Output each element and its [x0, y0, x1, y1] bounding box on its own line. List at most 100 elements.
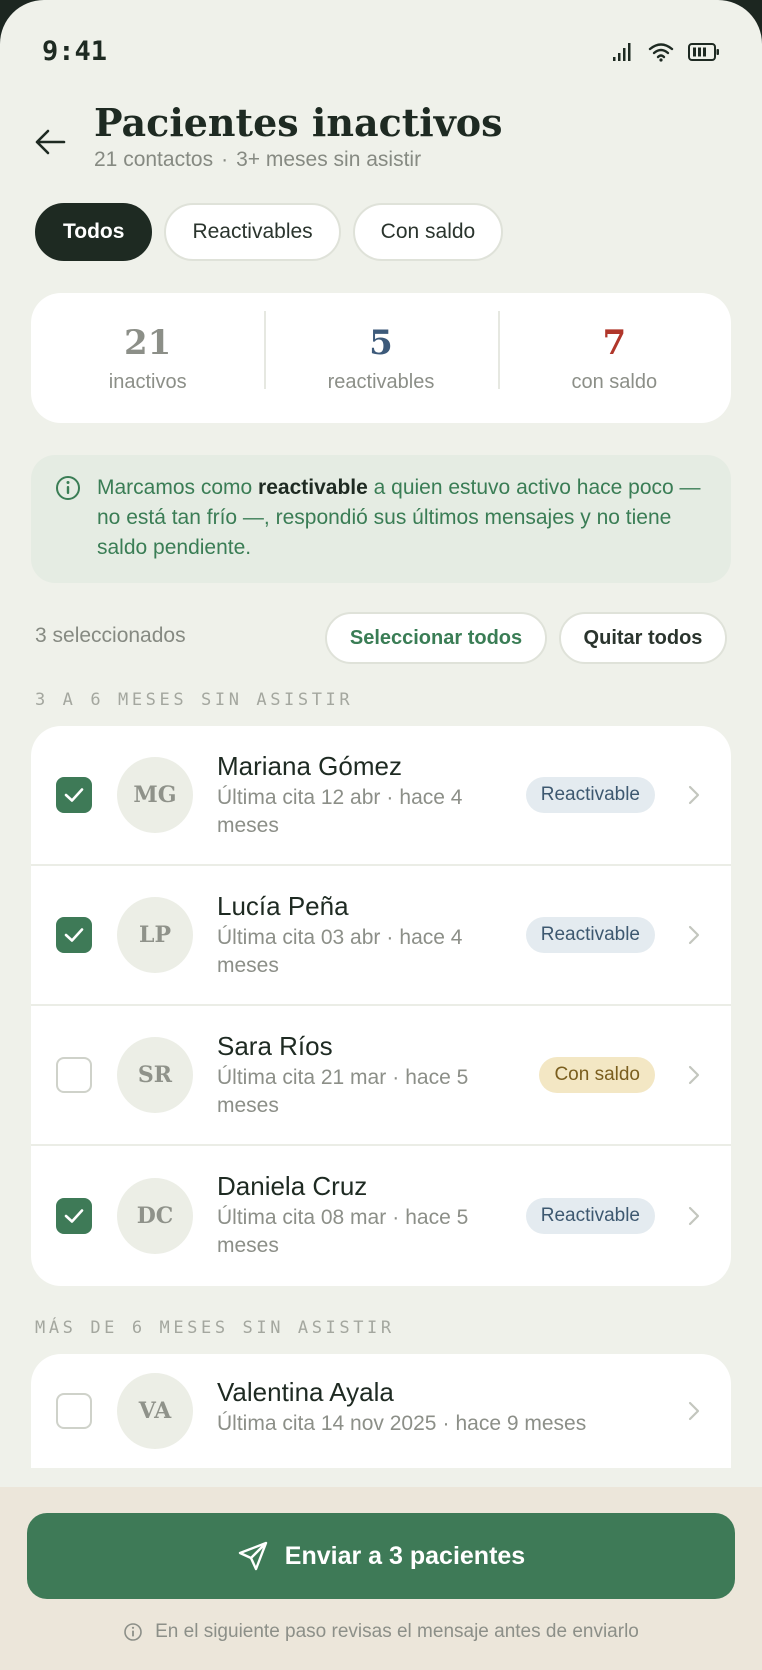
- last-visit-date: Última cita 12 abr: [217, 786, 381, 809]
- last-visit-date: Última cita 14 nov 2025: [217, 1412, 437, 1435]
- bottom-action-bar: Enviar a 3 pacientes En el siguiente pas…: [0, 1487, 762, 1670]
- patient-checkbox[interactable]: [56, 917, 92, 953]
- patient-info: Sara Ríos Última cita 21 mar · hace 5 meses: [217, 1030, 497, 1120]
- meta-separator: ·: [386, 786, 394, 809]
- patient-list: VA Valentina Ayala Última cita 14 nov 2025…: [31, 1354, 731, 1468]
- info-icon: [56, 476, 80, 500]
- status-badge: Reactivable: [525, 1198, 655, 1234]
- selected-count: 3 seleccionados: [35, 624, 186, 647]
- filter-chip-con-saldo[interactable]: Con saldo: [352, 203, 504, 261]
- patient-row[interactable]: SR Sara Ríos Última cita 21 mar · hace 5 mes…: [31, 1006, 731, 1146]
- patient-last-visit: Última cita 08 mar · hace 5 meses: [217, 1204, 497, 1260]
- patient-checkbox[interactable]: [56, 1198, 92, 1234]
- avatar: LP: [117, 897, 193, 973]
- stat-value: 7: [602, 322, 627, 363]
- stat-label: con saldo: [571, 370, 658, 393]
- page-subtitle: 21 contactos · 3+ meses sin asistir: [94, 148, 421, 172]
- battery-icon: [688, 43, 719, 61]
- signal-icon: [613, 43, 631, 61]
- app-screen: 9:41 Pacientes inactivos 21 contactos · …: [0, 0, 762, 1670]
- patient-name: Lucía Peña: [217, 891, 349, 921]
- filter-chip-todos[interactable]: Todos: [35, 203, 153, 261]
- patient-row[interactable]: MG Mariana Gómez Última cita 12 abr · hace 4…: [31, 726, 731, 866]
- send-button[interactable]: Enviar a 3 pacientes: [27, 1513, 735, 1599]
- meta-separator: ·: [392, 1066, 400, 1089]
- patient-checkbox[interactable]: [56, 1393, 92, 1429]
- selection-bar: 3 seleccionados Seleccionar todos Quitar…: [35, 612, 727, 664]
- subtitle-count: 21 contactos: [94, 148, 214, 171]
- stat-inactivos: 21 inactivos: [31, 323, 264, 394]
- patient-info: Lucía Peña Última cita 03 abr · hace 4 mese…: [217, 890, 497, 980]
- stat-value: 5: [369, 322, 393, 363]
- section-label: MÁS DE 6 MESES SIN ASISTIR: [35, 1318, 395, 1338]
- avatar: VA: [117, 1373, 193, 1449]
- patient-checkbox[interactable]: [56, 1057, 92, 1093]
- meta-separator: ·: [392, 1206, 400, 1229]
- last-visit-date: Última cita 08 mar: [217, 1206, 387, 1229]
- subtitle-detail: 3+ meses sin asistir: [236, 148, 422, 171]
- patient-info: Daniela Cruz Última cita 08 mar · hace 5 me…: [217, 1170, 497, 1260]
- patient-last-visit: Última cita 12 abr · hace 4 meses: [217, 784, 497, 840]
- subtitle-separator: ·: [221, 148, 229, 171]
- status-bar: 9:41: [0, 0, 762, 100]
- patient-last-visit: Última cita 14 nov 2025 · hace 9 meses: [217, 1410, 657, 1438]
- stat-con-saldo: 7 con saldo: [497, 310, 731, 394]
- send-icon: [238, 1541, 267, 1571]
- stat-label: inactivos: [108, 370, 187, 393]
- check-icon: [64, 788, 84, 802]
- avatar: SR: [117, 1037, 193, 1113]
- patient-info: Mariana Gómez Última cita 12 abr · hace 4 m…: [217, 750, 497, 840]
- info-box: Marcamos como reactivable a quien estuvo…: [31, 455, 731, 583]
- chevron-right-icon[interactable]: [687, 1400, 701, 1422]
- status-badge: Reactivable: [525, 777, 655, 813]
- patient-checkbox[interactable]: [56, 777, 92, 813]
- stat-label: reactivables: [327, 370, 435, 393]
- stat-reactivables: 5 reactivables: [264, 310, 497, 394]
- patient-row[interactable]: VA Valentina Ayala Última cita 14 nov 2025…: [31, 1354, 731, 1468]
- last-visit-ago: hace 9 meses: [455, 1412, 587, 1435]
- check-icon: [64, 928, 84, 942]
- wifi-icon: [648, 43, 674, 62]
- patient-name: Mariana Gómez: [217, 751, 402, 781]
- patient-name: Valentina Ayala: [217, 1377, 394, 1407]
- info-text: Marcamos como reactivable a quien estuvo…: [97, 473, 705, 563]
- chevron-right-icon[interactable]: [687, 1064, 701, 1086]
- send-hint-text: En el siguiente paso revisas el mensaje …: [155, 1621, 639, 1642]
- last-visit-date: Última cita 21 mar: [217, 1066, 387, 1089]
- chevron-right-icon[interactable]: [687, 1205, 701, 1227]
- patient-info: Valentina Ayala Última cita 14 nov 2025 · h…: [217, 1376, 657, 1438]
- info-icon: [124, 1623, 142, 1641]
- patient-list: MG Mariana Gómez Última cita 12 abr · hace 4…: [31, 726, 731, 1286]
- select-all-button[interactable]: Seleccionar todos: [325, 612, 547, 664]
- patient-row[interactable]: DC Daniela Cruz Última cita 08 mar · hace 5 …: [31, 1146, 731, 1286]
- patient-row[interactable]: LP Lucía Peña Última cita 03 abr · hace 4 me…: [31, 866, 731, 1006]
- info-text-bold: reactivable: [258, 476, 368, 499]
- meta-separator: ·: [386, 926, 394, 949]
- avatar: MG: [117, 757, 193, 833]
- status-icons: [612, 42, 720, 62]
- clear-all-button[interactable]: Quitar todos: [559, 612, 727, 664]
- filter-chip-reactivables[interactable]: Reactivables: [164, 203, 341, 261]
- filter-chips: Todos Reactivables Con saldo: [35, 203, 504, 261]
- send-hint: En el siguiente paso revisas el mensaje …: [0, 1621, 762, 1643]
- status-badge: Reactivable: [525, 917, 655, 953]
- status-badge: Con saldo: [539, 1057, 655, 1093]
- page-title: Pacientes inactivos: [94, 100, 503, 145]
- check-icon: [64, 1209, 84, 1223]
- patient-name: Sara Ríos: [217, 1031, 333, 1061]
- page-header: Pacientes inactivos 21 contactos · 3+ mese…: [0, 100, 762, 190]
- section-label: 3 A 6 MESES SIN ASISTIR: [35, 690, 354, 710]
- stats-card: 21 inactivos 5 reactivables 7 con saldo: [31, 293, 731, 423]
- chevron-right-icon[interactable]: [687, 784, 701, 806]
- last-visit-date: Última cita 03 abr: [217, 926, 381, 949]
- patient-last-visit: Última cita 21 mar · hace 5 meses: [217, 1064, 497, 1120]
- send-button-label: Enviar a 3 pacientes: [284, 1541, 526, 1570]
- patient-name: Daniela Cruz: [217, 1171, 368, 1201]
- chevron-right-icon[interactable]: [687, 924, 701, 946]
- arrow-left-icon: [35, 129, 66, 155]
- info-text-before: Marcamos como: [97, 476, 259, 499]
- avatar: DC: [117, 1178, 193, 1254]
- stat-value: 21: [124, 322, 172, 363]
- back-button[interactable]: [30, 122, 70, 162]
- patient-last-visit: Última cita 03 abr · hace 4 meses: [217, 924, 497, 980]
